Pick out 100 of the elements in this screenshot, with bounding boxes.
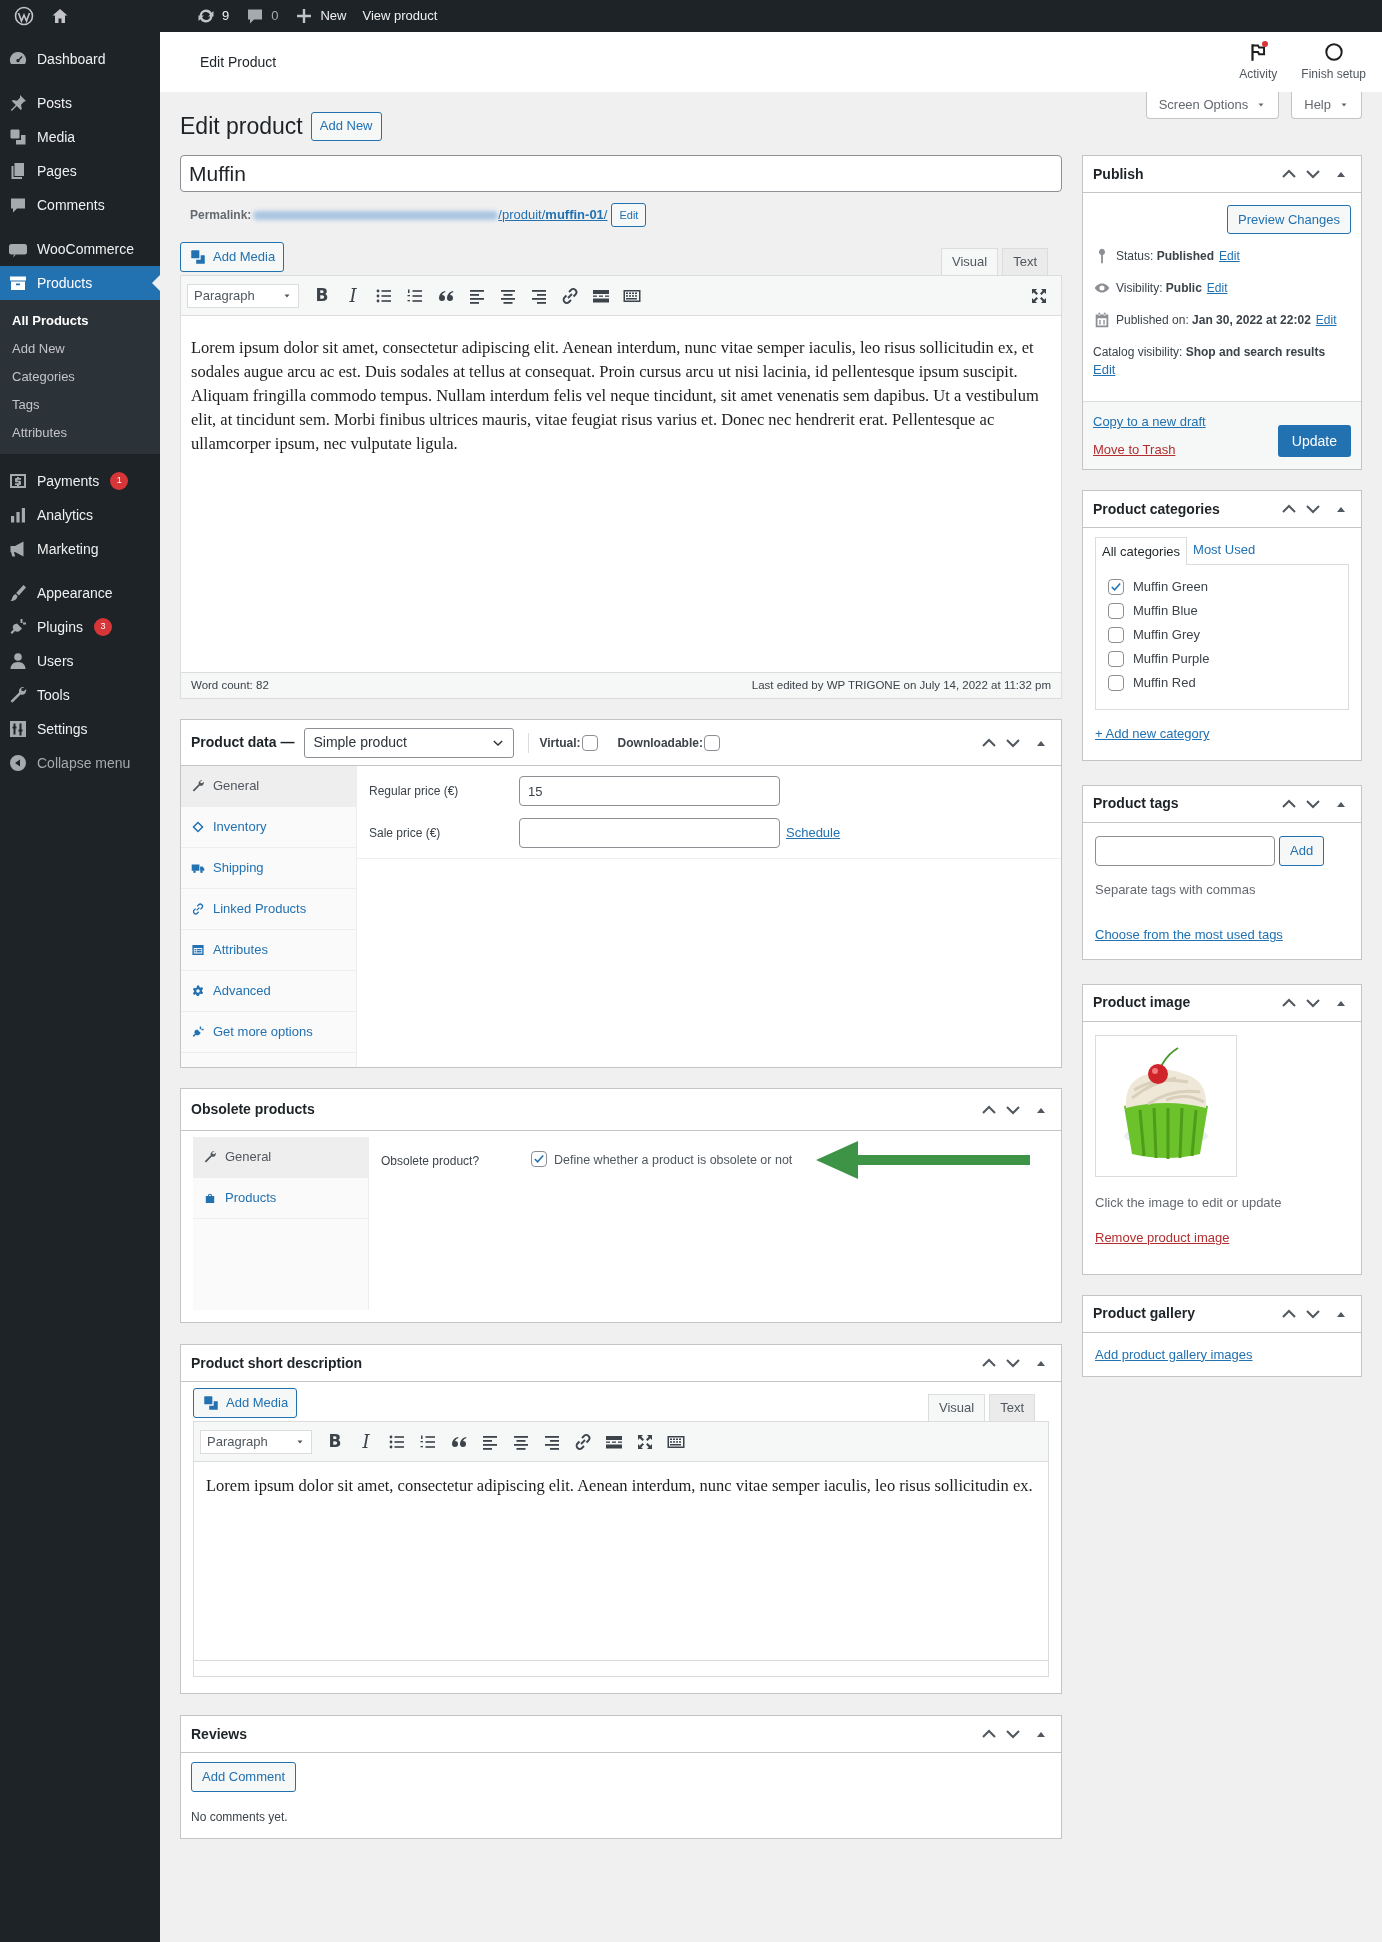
format-select[interactable]: Paragraph xyxy=(200,1429,312,1454)
add-gallery-link[interactable]: Add product gallery images xyxy=(1095,1346,1253,1362)
box-title: Product categories xyxy=(1093,499,1220,519)
category-tab[interactable]: Most Used xyxy=(1187,536,1262,564)
page-heading: Edit product xyxy=(180,111,303,141)
link-icon[interactable] xyxy=(573,1431,593,1452)
menu-item[interactable]: WooCommerce xyxy=(0,232,160,266)
checkbox[interactable] xyxy=(1108,626,1124,643)
edit-link[interactable]: Edit xyxy=(1315,311,1337,329)
menu-item[interactable]: Plugins 3 xyxy=(0,610,160,644)
edit-link[interactable]: Edit xyxy=(1219,247,1240,265)
checkbox[interactable] xyxy=(703,734,720,751)
panel-tab[interactable]: Attributes xyxy=(181,930,356,971)
product-type-select[interactable]: Simple product xyxy=(304,727,515,758)
panel-tab[interactable]: Get more options xyxy=(181,1012,356,1053)
menu-item[interactable]: Products xyxy=(0,266,160,300)
permalink-link[interactable]: /produit/muffin-01/ xyxy=(498,205,608,225)
updates-menu-item[interactable]: 9 xyxy=(188,0,238,32)
submenu-item[interactable]: Attributes xyxy=(0,419,160,447)
menu-item[interactable]: Collapse menu xyxy=(0,746,160,780)
italic-button[interactable]: I xyxy=(356,1428,376,1455)
editor-tab[interactable]: Text xyxy=(989,1394,1035,1421)
panel-tab[interactable]: Shipping xyxy=(181,848,356,889)
trash-link[interactable]: Move to Trash xyxy=(1093,439,1206,459)
checkbox[interactable] xyxy=(1108,578,1124,595)
box-title: Product tags xyxy=(1093,794,1179,813)
media-icon xyxy=(189,248,207,266)
preview-button[interactable]: Preview Changes xyxy=(1227,205,1351,234)
italic-button[interactable]: I xyxy=(343,282,363,309)
checkbox[interactable] xyxy=(1108,650,1124,667)
view-product-link[interactable]: View product xyxy=(354,6,446,26)
header-action[interactable]: Finish setup xyxy=(1291,41,1376,83)
menu-item[interactable]: Settings xyxy=(0,712,160,746)
checkbox[interactable] xyxy=(1108,602,1124,619)
comments-menu-item[interactable]: 0 xyxy=(237,0,287,32)
schedule-link[interactable]: Schedule xyxy=(786,823,841,843)
add-media-button[interactable]: Add Media xyxy=(193,1388,298,1418)
checkbox[interactable] xyxy=(581,734,598,751)
submenu-item[interactable]: All Products xyxy=(0,307,160,335)
category-tab[interactable]: All categories xyxy=(1095,537,1188,565)
edit-link[interactable]: Edit xyxy=(1206,279,1228,297)
add-category-link[interactable]: + Add new category xyxy=(1095,726,1210,741)
panel-tab[interactable]: General xyxy=(193,1137,368,1178)
screen-tab[interactable]: Screen Options xyxy=(1145,92,1280,119)
add-new-button[interactable]: Add New xyxy=(310,111,382,141)
bold-button[interactable]: B xyxy=(325,1428,345,1455)
bold-button[interactable]: B xyxy=(312,282,332,309)
submenu-item[interactable]: Categories xyxy=(0,363,160,391)
logo-icon xyxy=(14,6,34,26)
editor-tab[interactable]: Text xyxy=(1002,248,1048,275)
copy-draft-link[interactable]: Copy to a new draft xyxy=(1093,412,1206,432)
panel-tab[interactable]: Advanced xyxy=(181,971,356,1012)
panel-tab[interactable]: Products xyxy=(193,1178,368,1219)
box-title: Product short description xyxy=(191,1353,363,1373)
screen-tab[interactable]: Help xyxy=(1291,92,1362,119)
add-tag-button[interactable]: Add xyxy=(1279,835,1325,866)
submenu-item[interactable]: Add New xyxy=(0,335,160,363)
edit-permalink-button[interactable]: Edit xyxy=(611,203,647,227)
most-used-tags-link[interactable]: Choose from the most used tags xyxy=(1095,927,1283,942)
header-title: Edit Product xyxy=(200,52,277,72)
panel-tab[interactable]: Linked Products xyxy=(181,889,356,930)
editor-tab[interactable]: Visual xyxy=(927,1394,986,1421)
menu-item[interactable]: Comments xyxy=(0,188,160,222)
title-field[interactable]: Muffin xyxy=(180,155,1062,192)
editor-tab[interactable]: Visual xyxy=(940,248,999,275)
tag-icon xyxy=(191,820,205,834)
price-field[interactable] xyxy=(519,818,780,848)
menu-item[interactable]: Media xyxy=(0,120,160,154)
field-label: Regular price (€) xyxy=(369,783,460,800)
list-icon xyxy=(191,943,205,957)
option-label: Virtual: xyxy=(539,734,581,752)
add-comment-button[interactable]: Add Comment xyxy=(191,1762,297,1792)
checkbox[interactable] xyxy=(531,1151,547,1167)
remove-image-link[interactable]: Remove product image xyxy=(1095,1230,1230,1245)
menu-item[interactable]: Posts xyxy=(0,86,160,120)
price-field[interactable]: 15 xyxy=(519,776,780,806)
menu-item[interactable]: Appearance xyxy=(0,576,160,610)
panel-tab[interactable]: Inventory xyxy=(181,807,356,848)
link-icon xyxy=(191,902,205,916)
update-button[interactable]: Update xyxy=(1277,425,1351,457)
menu-item[interactable]: Users xyxy=(0,644,160,678)
menu-item[interactable]: Tools xyxy=(0,678,160,712)
field-description: Define whether a product is obsolete or not xyxy=(554,1152,793,1169)
menu-item[interactable]: Payments 1 xyxy=(0,464,160,498)
submenu-item[interactable]: Tags xyxy=(0,391,160,419)
checkbox[interactable] xyxy=(1108,674,1124,691)
link-icon[interactable] xyxy=(560,285,580,306)
menu-item[interactable]: Pages xyxy=(0,154,160,188)
publish-info: Visibility: Public xyxy=(1116,280,1202,297)
header-action[interactable]: Activity xyxy=(1229,41,1288,83)
format-select[interactable]: Paragraph xyxy=(187,283,299,308)
menu-item[interactable]: Marketing xyxy=(0,532,160,566)
panel-tab[interactable]: General xyxy=(181,766,356,807)
option-label: Downloadable: xyxy=(617,734,703,752)
tag-input-field[interactable] xyxy=(1095,835,1275,866)
new-menu-item[interactable]: New xyxy=(286,0,355,32)
edit-link[interactable]: Edit xyxy=(1093,362,1116,377)
menu-item[interactable]: Dashboard xyxy=(0,42,160,76)
menu-item[interactable]: Analytics xyxy=(0,498,160,532)
add-media-button[interactable]: Add Media xyxy=(180,242,285,272)
